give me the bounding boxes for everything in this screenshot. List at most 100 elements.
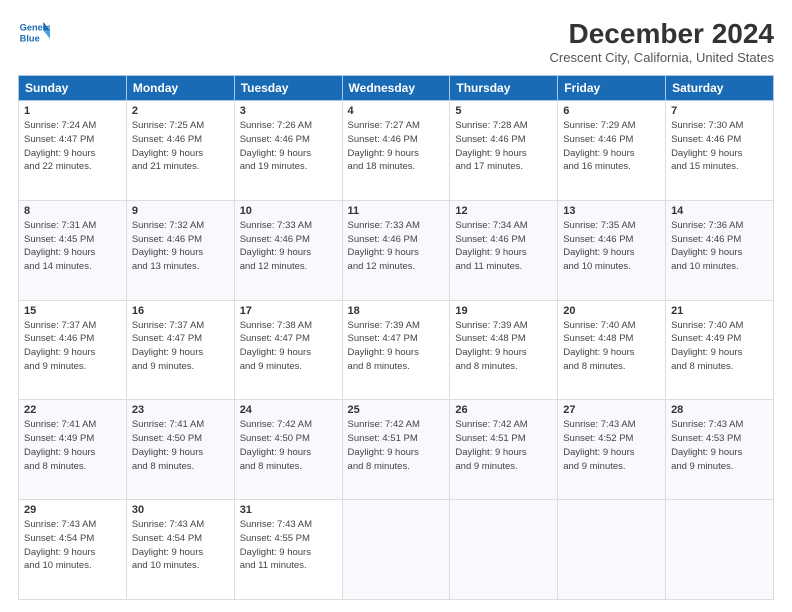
- subtitle: Crescent City, California, United States: [550, 50, 774, 65]
- calendar-cell: 5 Sunrise: 7:28 AM Sunset: 4:46 PM Daylig…: [450, 101, 558, 201]
- calendar-cell: 6Sunrise: 7:29 AM Sunset: 4:46 PM Daylig…: [558, 101, 666, 201]
- calendar-week-row: 22Sunrise: 7:41 AM Sunset: 4:49 PM Dayli…: [19, 400, 774, 500]
- calendar-cell: 30Sunrise: 7:43 AM Sunset: 4:54 PM Dayli…: [126, 500, 234, 600]
- day-detail: Sunrise: 7:34 AM Sunset: 4:46 PM Dayligh…: [455, 219, 552, 274]
- calendar-cell: 1 Sunrise: 7:24 AM Sunset: 4:47 PM Daylig…: [19, 101, 127, 201]
- day-number: 18: [348, 305, 445, 317]
- day-number: 25: [348, 404, 445, 416]
- day-number: 8: [24, 205, 121, 217]
- day-detail: Sunrise: 7:43 AM Sunset: 4:53 PM Dayligh…: [671, 418, 768, 473]
- day-number: 17: [240, 305, 337, 317]
- day-detail: Sunrise: 7:30 AM Sunset: 4:46 PM Dayligh…: [671, 119, 768, 174]
- col-wednesday: Wednesday: [342, 76, 450, 101]
- day-detail: Sunrise: 7:42 AM Sunset: 4:51 PM Dayligh…: [455, 418, 552, 473]
- calendar-cell: 16 Sunrise: 7:37 AM Sunset: 4:47 PM Dayli…: [126, 300, 234, 400]
- day-detail: Sunrise: 7:35 AM Sunset: 4:46 PM Dayligh…: [563, 219, 660, 274]
- day-detail: Sunrise: 7:39 AM Sunset: 4:48 PM Dayligh…: [455, 319, 552, 374]
- day-detail: Sunrise: 7:39 AM Sunset: 4:47 PM Dayligh…: [348, 319, 445, 374]
- calendar-cell: [342, 500, 450, 600]
- day-detail: Sunrise: 7:25 AM Sunset: 4:46 PM Dayligh…: [132, 119, 229, 174]
- calendar-cell: 21 Sunrise: 7:40 AM Sunset: 4:49 PM Dayli…: [666, 300, 774, 400]
- calendar-cell: 24 Sunrise: 7:42 AM Sunset: 4:50 PM Dayli…: [234, 400, 342, 500]
- calendar-week-row: 8Sunrise: 7:31 AM Sunset: 4:45 PM Daylig…: [19, 200, 774, 300]
- day-number: 19: [455, 305, 552, 317]
- logo: General Blue: [18, 18, 50, 46]
- day-number: 24: [240, 404, 337, 416]
- day-detail: Sunrise: 7:42 AM Sunset: 4:50 PM Dayligh…: [240, 418, 337, 473]
- calendar-cell: 28 Sunrise: 7:43 AM Sunset: 4:53 PM Dayli…: [666, 400, 774, 500]
- day-number: 11: [348, 205, 445, 217]
- day-number: 29: [24, 504, 121, 516]
- header-row: Sunday Monday Tuesday Wednesday Thursday…: [19, 76, 774, 101]
- calendar-header: Sunday Monday Tuesday Wednesday Thursday…: [19, 76, 774, 101]
- day-number: 6: [563, 105, 660, 117]
- main-title: December 2024: [550, 18, 774, 50]
- day-detail: Sunrise: 7:38 AM Sunset: 4:47 PM Dayligh…: [240, 319, 337, 374]
- svg-text:Blue: Blue: [20, 33, 40, 43]
- day-detail: Sunrise: 7:32 AM Sunset: 4:46 PM Dayligh…: [132, 219, 229, 274]
- day-detail: Sunrise: 7:42 AM Sunset: 4:51 PM Dayligh…: [348, 418, 445, 473]
- calendar-cell: 26 Sunrise: 7:42 AM Sunset: 4:51 PM Dayli…: [450, 400, 558, 500]
- day-number: 10: [240, 205, 337, 217]
- day-number: 16: [132, 305, 229, 317]
- day-number: 3: [240, 105, 337, 117]
- header: General Blue December 2024 Crescent City…: [18, 18, 774, 65]
- day-number: 15: [24, 305, 121, 317]
- col-saturday: Saturday: [666, 76, 774, 101]
- calendar-cell: 19 Sunrise: 7:39 AM Sunset: 4:48 PM Dayli…: [450, 300, 558, 400]
- title-block: December 2024 Crescent City, California,…: [550, 18, 774, 65]
- calendar-cell: 31 Sunrise: 7:43 AM Sunset: 4:55 PM Dayli…: [234, 500, 342, 600]
- day-number: 31: [240, 504, 337, 516]
- day-detail: Sunrise: 7:43 AM Sunset: 4:54 PM Dayligh…: [24, 518, 121, 573]
- calendar-cell: 9Sunrise: 7:32 AM Sunset: 4:46 PM Daylig…: [126, 200, 234, 300]
- calendar-cell: 2Sunrise: 7:25 AM Sunset: 4:46 PM Daylig…: [126, 101, 234, 201]
- day-number: 20: [563, 305, 660, 317]
- day-number: 14: [671, 205, 768, 217]
- day-detail: Sunrise: 7:37 AM Sunset: 4:47 PM Dayligh…: [132, 319, 229, 374]
- day-detail: Sunrise: 7:41 AM Sunset: 4:50 PM Dayligh…: [132, 418, 229, 473]
- calendar-cell: 11Sunrise: 7:33 AM Sunset: 4:46 PM Dayli…: [342, 200, 450, 300]
- calendar-cell: 17 Sunrise: 7:38 AM Sunset: 4:47 PM Dayli…: [234, 300, 342, 400]
- day-detail: Sunrise: 7:36 AM Sunset: 4:46 PM Dayligh…: [671, 219, 768, 274]
- calendar-cell: [558, 500, 666, 600]
- day-detail: Sunrise: 7:41 AM Sunset: 4:49 PM Dayligh…: [24, 418, 121, 473]
- calendar-table: Sunday Monday Tuesday Wednesday Thursday…: [18, 75, 774, 600]
- day-number: 21: [671, 305, 768, 317]
- day-number: 12: [455, 205, 552, 217]
- calendar-cell: 22Sunrise: 7:41 AM Sunset: 4:49 PM Dayli…: [19, 400, 127, 500]
- day-number: 23: [132, 404, 229, 416]
- calendar-cell: 20Sunrise: 7:40 AM Sunset: 4:48 PM Dayli…: [558, 300, 666, 400]
- day-detail: Sunrise: 7:43 AM Sunset: 4:52 PM Dayligh…: [563, 418, 660, 473]
- calendar-cell: 25 Sunrise: 7:42 AM Sunset: 4:51 PM Dayli…: [342, 400, 450, 500]
- col-tuesday: Tuesday: [234, 76, 342, 101]
- general-blue-logo-icon: General Blue: [18, 18, 50, 46]
- day-detail: Sunrise: 7:28 AM Sunset: 4:46 PM Dayligh…: [455, 119, 552, 174]
- calendar-cell: 12 Sunrise: 7:34 AM Sunset: 4:46 PM Dayli…: [450, 200, 558, 300]
- calendar-cell: 8Sunrise: 7:31 AM Sunset: 4:45 PM Daylig…: [19, 200, 127, 300]
- day-detail: Sunrise: 7:40 AM Sunset: 4:49 PM Dayligh…: [671, 319, 768, 374]
- day-detail: Sunrise: 7:37 AM Sunset: 4:46 PM Dayligh…: [24, 319, 121, 374]
- day-detail: Sunrise: 7:43 AM Sunset: 4:55 PM Dayligh…: [240, 518, 337, 573]
- calendar-cell: 29 Sunrise: 7:43 AM Sunset: 4:54 PM Dayli…: [19, 500, 127, 600]
- day-number: 26: [455, 404, 552, 416]
- day-number: 30: [132, 504, 229, 516]
- calendar-cell: 15 Sunrise: 7:37 AM Sunset: 4:46 PM Dayli…: [19, 300, 127, 400]
- calendar-week-row: 15 Sunrise: 7:37 AM Sunset: 4:46 PM Dayli…: [19, 300, 774, 400]
- day-number: 1: [24, 105, 121, 117]
- day-detail: Sunrise: 7:26 AM Sunset: 4:46 PM Dayligh…: [240, 119, 337, 174]
- day-detail: Sunrise: 7:24 AM Sunset: 4:47 PM Dayligh…: [24, 119, 121, 174]
- day-number: 5: [455, 105, 552, 117]
- calendar-cell: 10 Sunrise: 7:33 AM Sunset: 4:46 PM Dayli…: [234, 200, 342, 300]
- calendar-week-row: 29 Sunrise: 7:43 AM Sunset: 4:54 PM Dayli…: [19, 500, 774, 600]
- page: General Blue December 2024 Crescent City…: [0, 0, 792, 612]
- calendar-cell: 18 Sunrise: 7:39 AM Sunset: 4:47 PM Dayli…: [342, 300, 450, 400]
- day-detail: Sunrise: 7:33 AM Sunset: 4:46 PM Dayligh…: [240, 219, 337, 274]
- day-number: 28: [671, 404, 768, 416]
- calendar-cell: 4Sunrise: 7:27 AM Sunset: 4:46 PM Daylig…: [342, 101, 450, 201]
- calendar-cell: [666, 500, 774, 600]
- day-number: 4: [348, 105, 445, 117]
- col-thursday: Thursday: [450, 76, 558, 101]
- col-monday: Monday: [126, 76, 234, 101]
- calendar-cell: 14 Sunrise: 7:36 AM Sunset: 4:46 PM Dayli…: [666, 200, 774, 300]
- calendar-cell: 13Sunrise: 7:35 AM Sunset: 4:46 PM Dayli…: [558, 200, 666, 300]
